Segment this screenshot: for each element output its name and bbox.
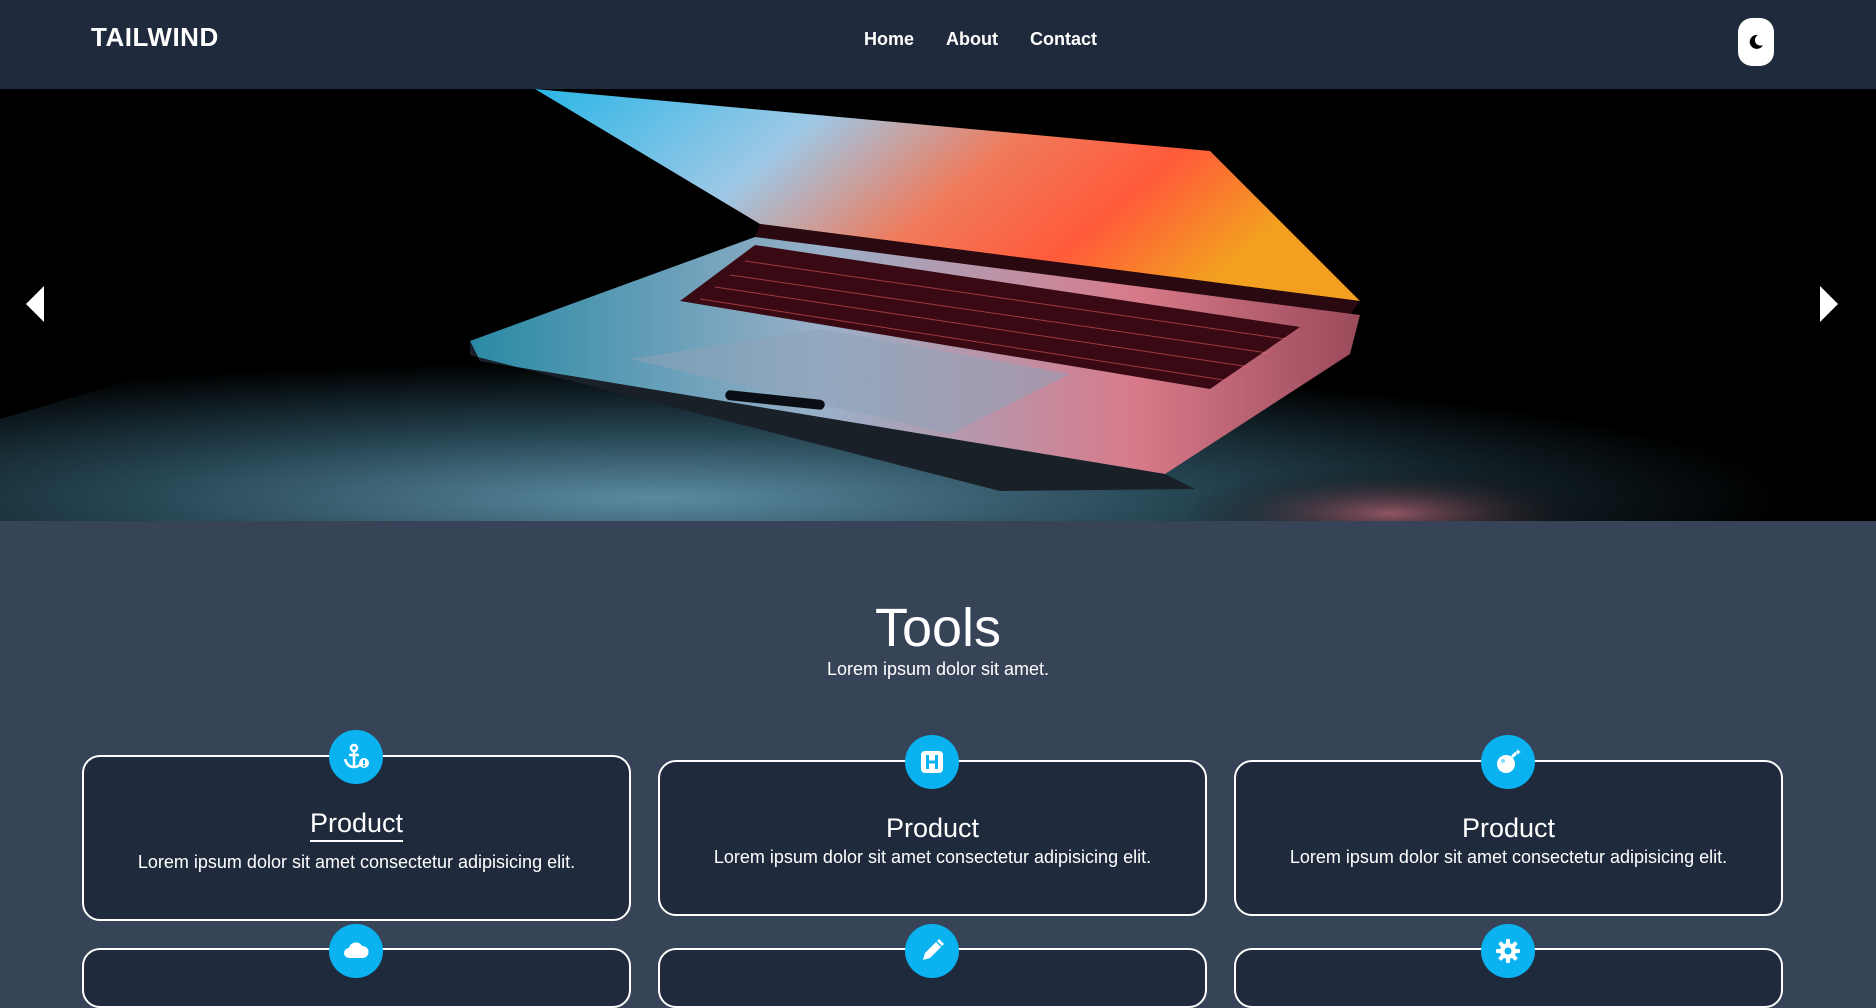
nav-about-link[interactable]: About — [946, 29, 998, 50]
nav-links: Home About Contact — [864, 29, 1097, 50]
carousel-prev-arrow[interactable] — [22, 282, 52, 326]
bomb-icon — [1481, 735, 1535, 789]
moon-icon — [1749, 34, 1763, 49]
hero-carousel — [0, 89, 1876, 521]
navbar: TAILWIND Home About Contact — [0, 0, 1876, 89]
card-text: Lorem ipsum dolor sit amet consectetur a… — [713, 847, 1152, 867]
section-title: Tools — [874, 598, 1002, 658]
gear-icon — [1481, 924, 1535, 978]
theme-toggle-button[interactable] — [1738, 18, 1774, 66]
card-title[interactable]: Product — [309, 808, 404, 842]
h-square-icon — [905, 735, 959, 789]
section-subtitle: Lorem ipsum dolor sit amet. — [826, 659, 1050, 679]
cloud-icon — [329, 924, 383, 978]
hero-image — [0, 89, 1876, 521]
card-title[interactable]: Product — [886, 813, 979, 844]
brand-logo[interactable]: TAILWIND — [91, 22, 219, 53]
card-text: Lorem ipsum dolor sit amet consectetur a… — [137, 852, 576, 872]
nav-contact-link[interactable]: Contact — [1030, 29, 1097, 50]
anchor-icon — [329, 730, 383, 784]
card-text: Lorem ipsum dolor sit amet consectetur a… — [1289, 847, 1728, 867]
nav-home-link[interactable]: Home — [864, 29, 914, 50]
card-title[interactable]: Product — [1462, 813, 1555, 844]
pencil-icon — [905, 924, 959, 978]
carousel-next-arrow[interactable] — [1812, 282, 1842, 326]
